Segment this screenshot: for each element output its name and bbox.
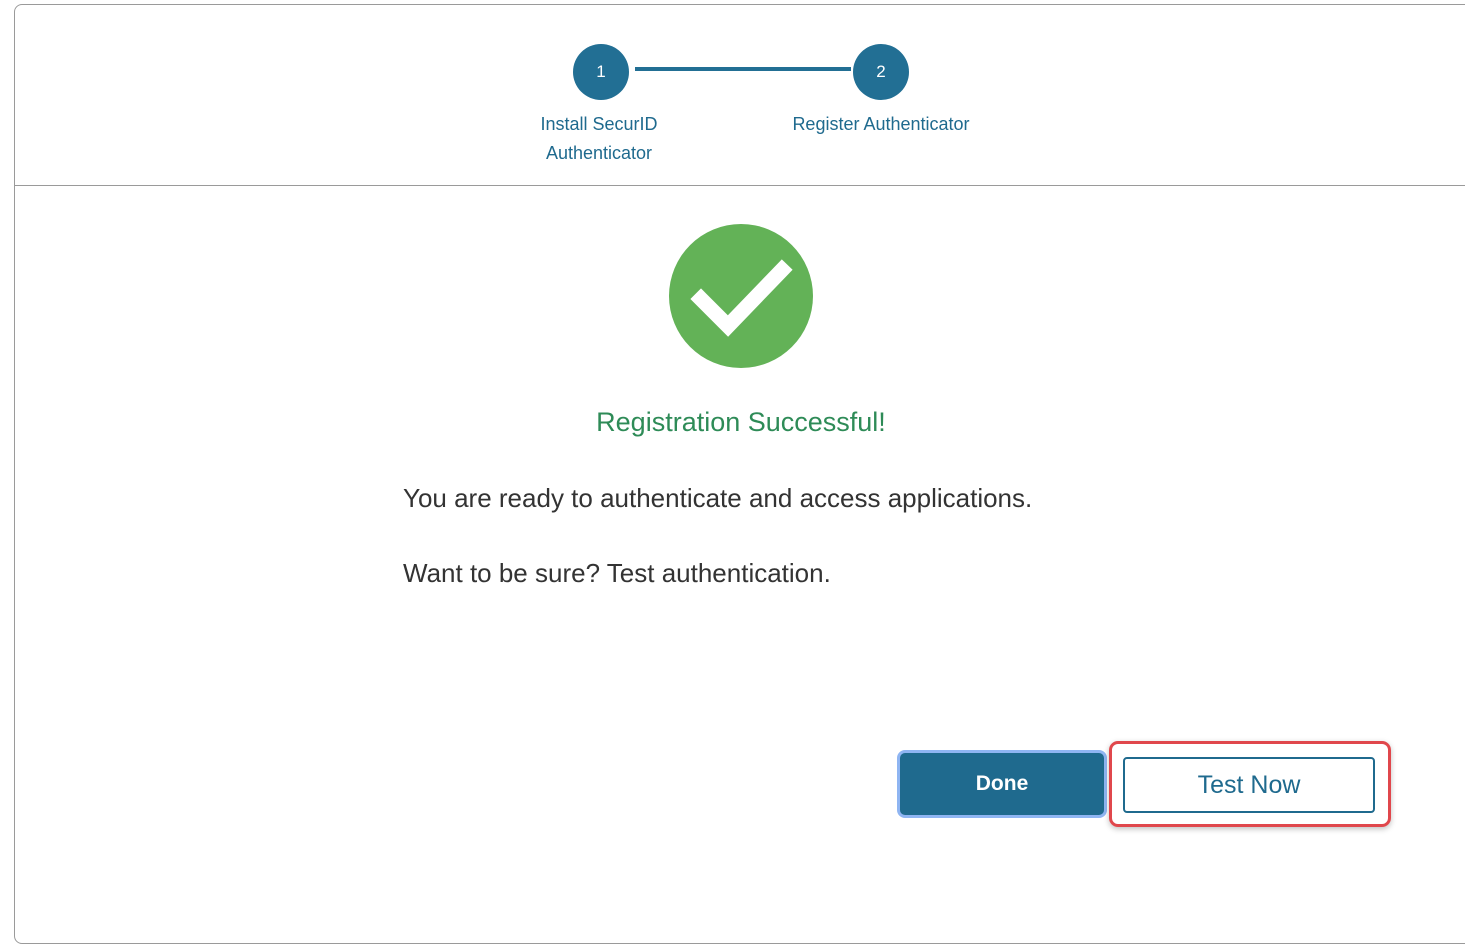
step-1-number: 1	[596, 62, 606, 81]
done-button[interactable]: Done	[900, 753, 1104, 815]
step-1-label: Install SecurID Authenticator	[509, 110, 689, 168]
step-2-indicator: 2	[853, 44, 909, 100]
test-prompt-message: Want to be sure? Test authentication.	[403, 558, 831, 588]
ready-message: You are ready to authenticate and access…	[403, 483, 1033, 513]
step-2-number: 2	[876, 62, 886, 81]
step-2-label: Register Authenticator	[761, 110, 1001, 139]
progress-stepper: 1 2 Install SecurID Authenticator Regist…	[15, 5, 1465, 186]
step-1-label-line2: Authenticator	[545, 143, 653, 163]
step-1-label-line1: Install SecurID	[540, 114, 658, 134]
test-now-button[interactable]: Test Now	[1123, 757, 1375, 813]
step-1-indicator: 1	[573, 44, 629, 100]
check-circle-icon	[669, 224, 813, 368]
registration-card: 1 2 Install SecurID Authenticator Regist…	[14, 4, 1465, 944]
step-connector	[635, 67, 851, 71]
success-title: Registration Successful!	[596, 407, 886, 437]
step-2-label-line1: Register Authenticator	[792, 114, 970, 134]
